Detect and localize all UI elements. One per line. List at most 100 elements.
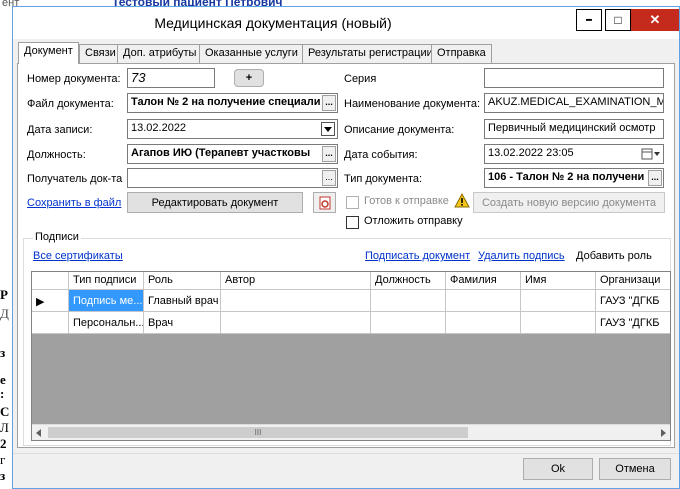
background-glyph: г <box>0 452 6 467</box>
column-header[interactable]: Должность <box>371 272 446 290</box>
pdf-icon <box>319 196 330 209</box>
recipient-browse-button[interactable]: ... <box>322 170 336 186</box>
doc-number-input[interactable]: 73 <box>127 68 215 88</box>
tab-links[interactable]: Связи <box>79 44 122 63</box>
footer-divider <box>13 453 679 454</box>
table-cell[interactable]: Главный врач <box>144 290 221 312</box>
edit-document-button[interactable]: Редактировать документ <box>127 192 303 213</box>
table-cell[interactable] <box>446 312 521 334</box>
scroll-left-icon[interactable] <box>35 429 43 437</box>
tab-document[interactable]: Документ <box>18 42 79 64</box>
table-header-corner <box>32 272 69 290</box>
minimize-icon: ━ <box>586 14 592 25</box>
series-input[interactable] <box>484 68 664 88</box>
cancel-button[interactable]: Отмена <box>599 458 671 480</box>
doc-type-browse-button[interactable]: ... <box>648 170 662 186</box>
ready-to-send-checkbox[interactable] <box>346 196 359 209</box>
table-cell[interactable] <box>521 312 596 334</box>
table-cell[interactable]: ГАУЗ "ДГКБ <box>596 312 670 334</box>
scroll-right-icon[interactable] <box>659 429 667 437</box>
close-button[interactable]: ✕ <box>631 9 679 31</box>
doc-type-value: 106 - Талон № 2 на получени <box>488 171 645 183</box>
sign-document-link[interactable]: Подписать документ <box>365 250 470 262</box>
background-glyph: С <box>0 404 10 419</box>
postpone-send-label: Отложить отправку <box>364 215 463 227</box>
table-cell[interactable] <box>446 290 521 312</box>
create-new-version-button[interactable]: Создать новую версию документа <box>473 192 665 213</box>
tab-sending[interactable]: Отправка <box>431 44 492 63</box>
background-glyph: Д <box>0 306 9 321</box>
table-cell[interactable]: ГАУЗ "ДГКБ <box>596 290 670 312</box>
background-glyph: 2 <box>0 436 7 451</box>
pdf-export-button[interactable] <box>313 192 336 213</box>
ready-to-send-label: Готов к отправке <box>364 195 449 207</box>
warning-icon <box>454 193 470 208</box>
table-cell[interactable] <box>221 312 371 334</box>
record-date-label: Дата записи: <box>27 124 93 136</box>
table-cell[interactable] <box>221 290 371 312</box>
doc-name-label: Наименование документа: <box>344 98 481 110</box>
calendar-icon[interactable] <box>641 148 661 160</box>
table-cell[interactable] <box>521 290 596 312</box>
add-number-button[interactable]: + <box>234 69 264 87</box>
table-cell[interactable] <box>371 290 446 312</box>
scroll-thumb[interactable]: III <box>48 427 468 438</box>
recipient-label: Получатель док-та <box>27 173 123 185</box>
column-header[interactable]: Фамилия <box>446 272 521 290</box>
ok-button[interactable]: Ok <box>523 458 593 480</box>
window-title: Медицинская документация (новый) <box>154 15 392 31</box>
doc-type-label: Тип документа: <box>344 173 423 185</box>
column-header[interactable]: Организаци <box>596 272 670 290</box>
file-label: Файл документа: <box>27 98 114 110</box>
close-icon: ✕ <box>649 12 661 27</box>
title-bar: Медицинская документация (новый) ━ □ ✕ <box>13 7 679 39</box>
doc-desc-label: Описание документа: <box>344 124 455 136</box>
delete-signature-link[interactable]: Удалить подпись <box>478 250 565 262</box>
background-glyph: Л <box>0 420 9 435</box>
chevron-down-icon[interactable] <box>321 122 335 136</box>
record-date-select[interactable]: 13.02.2022 <box>127 119 338 139</box>
position-label: Должность: <box>27 149 86 161</box>
tab-extra-attributes[interactable]: Доп. атрибуты <box>117 44 203 63</box>
row-marker[interactable]: ▶ <box>32 290 69 312</box>
series-label: Серия <box>344 73 377 85</box>
minimize-button[interactable]: ━ <box>576 9 602 31</box>
column-header[interactable]: Роль <box>144 272 221 290</box>
background-glyph: : <box>0 386 5 401</box>
table-cell[interactable] <box>371 312 446 334</box>
position-browse-button[interactable]: ... <box>322 146 336 162</box>
save-to-file-link[interactable]: Сохранить в файл <box>27 197 121 209</box>
event-date-label: Дата события: <box>344 149 418 161</box>
recipient-input[interactable]: ... <box>127 168 338 188</box>
row-marker[interactable] <box>32 312 69 334</box>
horizontal-scrollbar[interactable]: III <box>32 424 670 440</box>
tab-services[interactable]: Оказанные услуги <box>199 44 304 63</box>
maximize-button[interactable]: □ <box>605 9 631 31</box>
medical-documentation-dialog: Медицинская документация (новый) ━ □ ✕ Д… <box>12 6 680 489</box>
record-date-value: 13.02.2022 <box>131 122 187 134</box>
background-glyph: з <box>0 468 6 483</box>
event-date-picker[interactable]: 13.02.2022 23:05 <box>484 144 664 164</box>
column-header[interactable]: Тип подписи <box>69 272 144 290</box>
doc-desc-input[interactable]: Первичный медицинский осмотр <box>484 119 664 139</box>
table-cell[interactable]: Персональн... <box>69 312 144 334</box>
tab-registration-results[interactable]: Результаты регистрации <box>302 44 439 63</box>
maximize-icon: □ <box>614 13 622 27</box>
file-input[interactable]: Талон № 2 на получение специали ... <box>127 93 338 113</box>
doc-type-input[interactable]: 106 - Талон № 2 на получени ... <box>484 168 664 188</box>
background-glyph: Р <box>0 287 8 302</box>
position-input[interactable]: Агапов ИЮ (Терапевт участковы ... <box>127 144 338 164</box>
table-cell[interactable]: Врач <box>144 312 221 334</box>
all-certificates-link[interactable]: Все сертификаты <box>33 250 123 262</box>
table-cell[interactable]: Подпись ме... <box>69 290 144 312</box>
file-browse-button[interactable]: ... <box>322 95 336 111</box>
column-header[interactable]: Автор <box>221 272 371 290</box>
add-role-button[interactable]: Добавить роль <box>576 250 652 262</box>
doc-number-label: Номер документа: <box>27 73 121 85</box>
doc-name-input[interactable]: AKUZ.MEDICAL_EXAMINATION_MAII <box>484 93 664 113</box>
signatures-group-label: Подписи <box>33 231 81 243</box>
column-header[interactable]: Имя <box>521 272 596 290</box>
file-value: Талон № 2 на получение специали <box>131 96 321 108</box>
postpone-send-checkbox[interactable] <box>346 216 359 229</box>
position-value: Агапов ИЮ (Терапевт участковы <box>131 147 311 159</box>
